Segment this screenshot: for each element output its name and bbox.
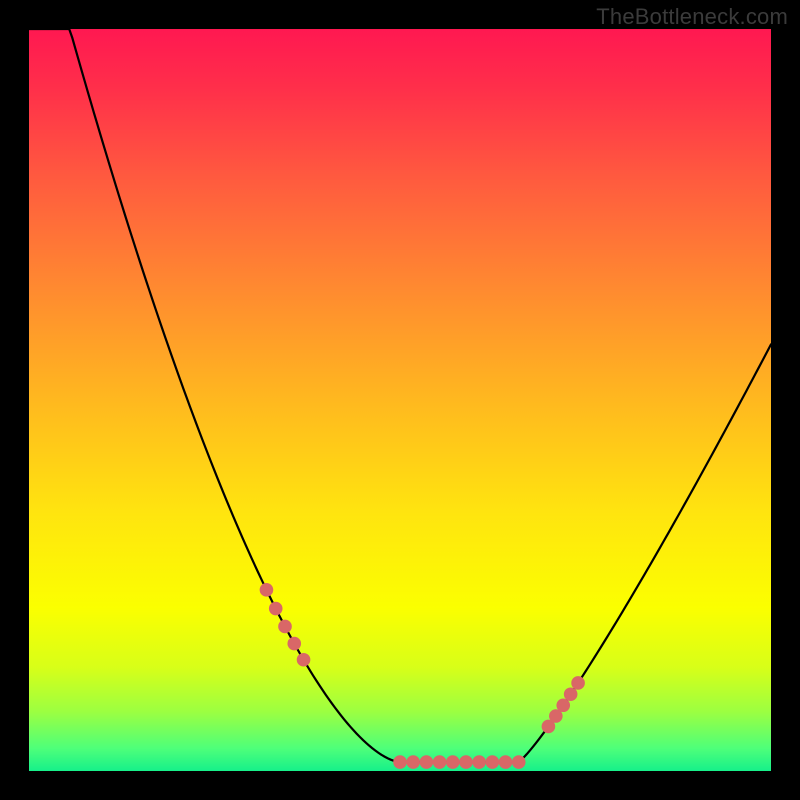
curve-marker bbox=[556, 698, 570, 712]
watermark-text: TheBottleneck.com bbox=[596, 4, 788, 30]
bottleneck-curve-svg bbox=[29, 29, 771, 771]
curve-marker bbox=[486, 755, 500, 769]
curve-marker bbox=[459, 755, 473, 769]
chart-plot-area bbox=[29, 29, 771, 771]
curve-marker bbox=[393, 755, 407, 769]
curve-marker bbox=[269, 602, 283, 616]
curve-marker bbox=[446, 755, 460, 769]
curve-marker bbox=[512, 755, 526, 769]
curve-marker bbox=[406, 755, 420, 769]
curve-marker bbox=[260, 583, 274, 597]
curve-marker bbox=[433, 755, 447, 769]
curve-marker bbox=[278, 620, 292, 634]
curve-marker bbox=[472, 755, 486, 769]
curve-marker bbox=[499, 755, 513, 769]
curve-markers bbox=[260, 583, 585, 769]
curve-marker bbox=[571, 676, 585, 690]
curve-marker bbox=[287, 637, 301, 651]
bottleneck-curve bbox=[29, 29, 771, 762]
curve-marker bbox=[420, 755, 434, 769]
curve-marker bbox=[297, 653, 311, 667]
curve-marker bbox=[564, 687, 578, 701]
